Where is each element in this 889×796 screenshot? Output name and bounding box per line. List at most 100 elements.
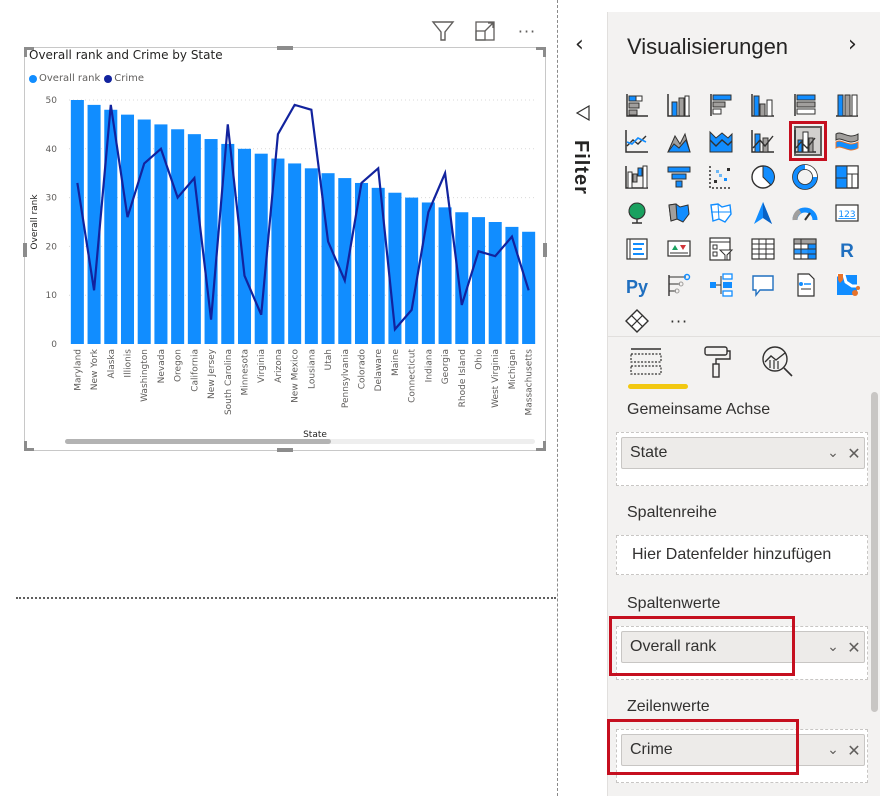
viz-type-more-visuals[interactable]: ··· bbox=[658, 303, 700, 339]
viz-type-gauge[interactable] bbox=[784, 195, 826, 231]
viz-type-decomposition-tree[interactable] bbox=[700, 267, 742, 303]
100-stacked-bar-chart-icon bbox=[794, 94, 816, 116]
y-axis-title: Overall rank bbox=[30, 194, 40, 250]
viz-type-area-chart[interactable] bbox=[658, 123, 700, 159]
y-tick-label: 20 bbox=[46, 242, 58, 252]
viz-type-shape-map[interactable] bbox=[700, 195, 742, 231]
x-tick-label: Lousiana bbox=[307, 349, 317, 389]
viz-type-ribbon-chart[interactable] bbox=[826, 123, 868, 159]
focus-mode-button[interactable] bbox=[472, 18, 498, 44]
x-tick-label: Virginia bbox=[257, 349, 267, 383]
stacked-column-chart-icon bbox=[667, 94, 690, 117]
field-pill-overall-rank[interactable]: Overall rank ⌄ ✕ bbox=[621, 631, 865, 663]
visual-filter-button[interactable] bbox=[430, 18, 456, 44]
chevron-down-icon[interactable]: ⌄ bbox=[822, 639, 844, 655]
viz-type-slicer[interactable] bbox=[700, 231, 742, 267]
viz-type-line-chart[interactable] bbox=[616, 123, 658, 159]
viz-type-100-stacked-bar-chart[interactable] bbox=[784, 87, 826, 123]
viz-type-table[interactable] bbox=[742, 231, 784, 267]
analytics-tab[interactable] bbox=[758, 342, 798, 382]
field-pill-crime[interactable]: Crime ⌄ ✕ bbox=[621, 734, 865, 766]
filter-pane-collapsed: ‹ Filter bbox=[559, 0, 607, 796]
x-tick-label: Indiana bbox=[424, 349, 434, 382]
shared-axis-well[interactable]: State ⌄ ✕ bbox=[616, 432, 868, 486]
viz-type-paginated-report[interactable] bbox=[784, 267, 826, 303]
clustered-column-chart-icon bbox=[751, 94, 774, 117]
visualizations-title: Visualisierungen bbox=[627, 34, 789, 59]
viz-type-filled-map[interactable] bbox=[658, 195, 700, 231]
x-tick-label: Rhode Island bbox=[458, 349, 468, 407]
pane-divider bbox=[608, 336, 880, 337]
x-tick-label: West Virginia bbox=[491, 349, 501, 408]
python-visual-icon: Py bbox=[626, 277, 648, 297]
viz-type-clustered-bar-chart[interactable] bbox=[700, 87, 742, 123]
viz-type-multi-row-card[interactable] bbox=[616, 231, 658, 267]
column-values-well[interactable]: Overall rank ⌄ ✕ bbox=[616, 626, 868, 680]
viz-type-key-influencers[interactable] bbox=[658, 267, 700, 303]
viz-type-line-stacked-column-chart[interactable] bbox=[742, 123, 784, 159]
x-tick-label: Alaska bbox=[107, 349, 117, 378]
filter-pane-label[interactable]: Filter bbox=[569, 140, 592, 195]
kpi-icon bbox=[667, 240, 691, 257]
viz-type-r-visual[interactable]: R bbox=[826, 231, 868, 267]
remove-field-icon[interactable]: ✕ bbox=[844, 638, 864, 657]
viz-type-clustered-column-chart[interactable] bbox=[742, 87, 784, 123]
viz-type-card[interactable]: 123 bbox=[826, 195, 868, 231]
pane-scrollbar[interactable] bbox=[871, 392, 878, 712]
more-options-button[interactable]: ··· bbox=[514, 18, 540, 44]
x-tick-label: California bbox=[190, 349, 200, 392]
svg-text:Py: Py bbox=[626, 277, 648, 297]
viz-type-funnel-chart[interactable] bbox=[658, 159, 700, 195]
viz-type-python-visual[interactable]: Py bbox=[616, 267, 658, 303]
chevron-down-icon[interactable]: ⌄ bbox=[822, 445, 844, 461]
y-tick-label: 40 bbox=[46, 145, 58, 155]
viz-type-100-stacked-column-chart[interactable] bbox=[826, 87, 868, 123]
viz-type-arcgis-map[interactable] bbox=[826, 267, 868, 303]
remove-field-icon[interactable]: ✕ bbox=[844, 444, 864, 463]
viz-type-matrix[interactable] bbox=[784, 231, 826, 267]
viz-type-power-apps[interactable] bbox=[616, 303, 658, 339]
bar bbox=[471, 217, 486, 344]
x-tick-label: Maryland bbox=[73, 349, 83, 391]
viz-type-donut-chart[interactable] bbox=[784, 159, 826, 195]
viz-type-treemap[interactable] bbox=[826, 159, 868, 195]
fields-tab[interactable] bbox=[626, 342, 666, 382]
bar bbox=[338, 178, 352, 344]
field-pill-state[interactable]: State ⌄ ✕ bbox=[621, 437, 865, 469]
viz-type-line-clustered-column-chart[interactable] bbox=[784, 121, 827, 161]
chart-horizontal-scroll-thumb[interactable] bbox=[65, 439, 331, 444]
x-tick-label: Pennsylvania bbox=[341, 349, 351, 408]
filled-map-icon bbox=[668, 203, 690, 223]
viz-type-scatter-chart[interactable] bbox=[700, 159, 742, 195]
filter-icon bbox=[431, 21, 455, 41]
bar bbox=[488, 222, 502, 344]
chevron-down-icon[interactable]: ⌄ bbox=[822, 742, 844, 758]
remove-field-icon[interactable]: ✕ bbox=[844, 741, 864, 760]
viz-type-map[interactable] bbox=[616, 195, 658, 231]
viz-type-stacked-area-chart[interactable] bbox=[700, 123, 742, 159]
stacked-area-chart-icon bbox=[709, 130, 733, 153]
format-tab[interactable] bbox=[698, 342, 738, 382]
chart-plot: 0 10 20 30 40 50 Overall rank Maryland New York A… bbox=[30, 96, 537, 440]
viz-type-pie-chart[interactable] bbox=[742, 159, 784, 195]
viz-type-qa[interactable] bbox=[742, 267, 784, 303]
viz-type-kpi[interactable] bbox=[658, 231, 700, 267]
line-values-well[interactable]: Crime ⌄ ✕ bbox=[616, 729, 868, 783]
viz-type-stacked-bar-chart[interactable] bbox=[616, 87, 658, 123]
100-stacked-column-chart-icon bbox=[836, 94, 858, 117]
x-tick-label: Maine bbox=[391, 349, 401, 376]
x-tick-label: Colorado bbox=[358, 349, 368, 390]
filter-pane-toggle[interactable]: ‹ bbox=[575, 32, 584, 57]
combo-chart-visual[interactable]: Overall rank and Crime by State Overall … bbox=[23, 46, 547, 452]
viz-type-azure-map[interactable] bbox=[742, 195, 784, 231]
scatter-chart-icon bbox=[709, 166, 732, 189]
viz-type-waterfall-chart[interactable] bbox=[616, 159, 658, 195]
bar bbox=[505, 226, 519, 344]
column-series-well[interactable]: Hier Datenfelder hinzufügen bbox=[616, 535, 868, 575]
x-tick-label: Arizona bbox=[274, 349, 284, 383]
line-stacked-column-chart-icon bbox=[751, 130, 774, 153]
viz-type-stacked-column-chart[interactable] bbox=[658, 87, 700, 123]
bar bbox=[455, 212, 469, 344]
x-tick-label: Utah bbox=[324, 349, 334, 370]
visualizations-expand-button[interactable]: › bbox=[848, 32, 857, 57]
